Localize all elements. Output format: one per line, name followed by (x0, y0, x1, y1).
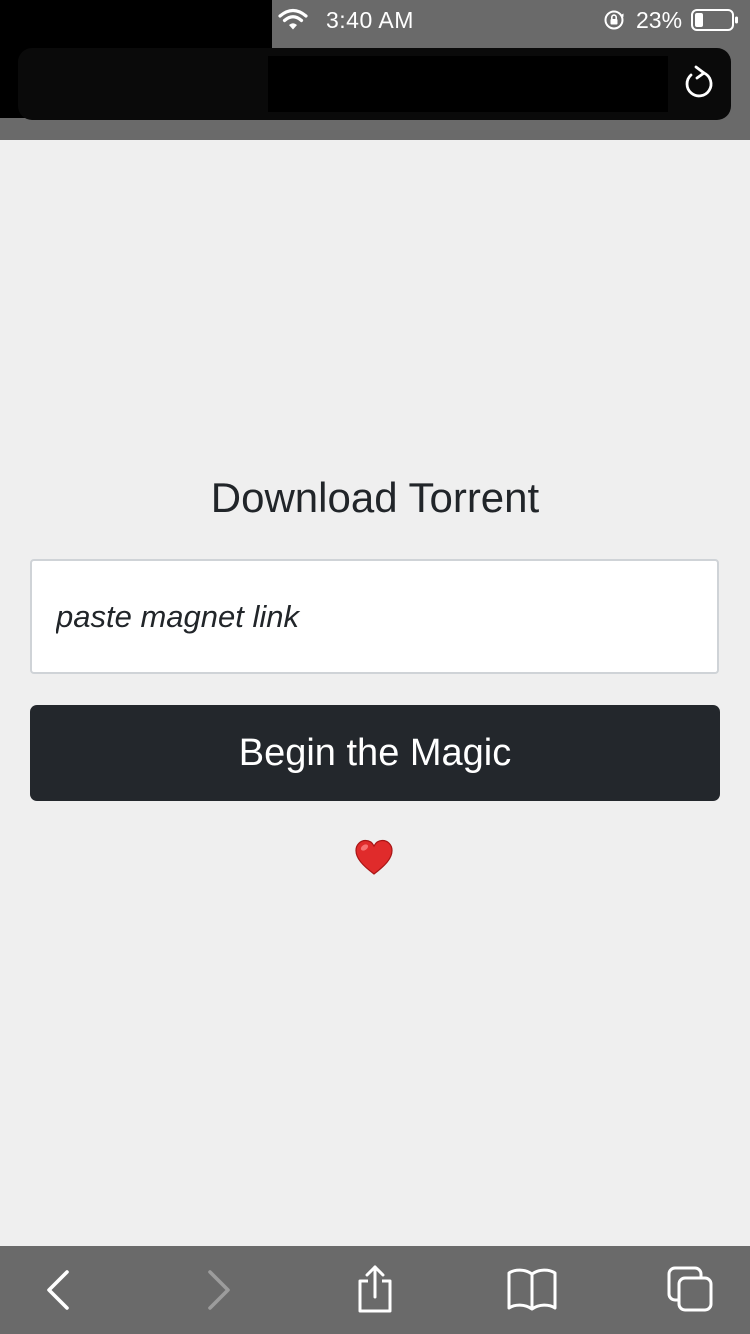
book-icon[interactable] (504, 1264, 560, 1316)
battery-icon (691, 9, 738, 31)
chevron-left-icon[interactable] (30, 1264, 86, 1316)
orientation-lock-icon (604, 10, 624, 30)
screen: 3:40 AM 23% Download Torrent Beg (0, 0, 750, 1334)
begin-magic-button[interactable]: Begin the Magic (30, 705, 720, 801)
magnet-link-input[interactable] (30, 559, 719, 674)
reload-icon[interactable] (681, 64, 717, 104)
status-bar: 3:40 AM 23% (0, 0, 750, 42)
page-title: Download Torrent (210, 474, 540, 521)
status-time: 3:40 AM (326, 7, 414, 33)
browser-top-chrome: 3:40 AM 23% (0, 0, 750, 140)
address-bar-redacted (268, 56, 668, 112)
chevron-right-icon[interactable] (191, 1264, 247, 1316)
wifi-icon (278, 8, 308, 30)
heart-icon (355, 839, 393, 875)
browser-bottom-toolbar (0, 1246, 750, 1334)
battery-percent: 23% (636, 7, 683, 33)
share-icon[interactable] (347, 1264, 403, 1316)
address-bar[interactable] (18, 48, 731, 120)
tabs-icon[interactable] (662, 1264, 718, 1316)
